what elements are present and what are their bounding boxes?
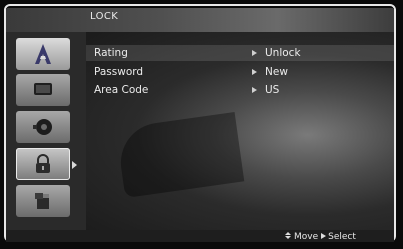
display-menu-icon <box>34 83 52 95</box>
setting-value-rating[interactable]: Unlock <box>265 47 301 59</box>
disc-menu-button[interactable] <box>16 38 70 70</box>
audio-menu-icon <box>33 119 52 135</box>
setting-value-password[interactable]: New <box>265 66 288 78</box>
others-menu-button[interactable] <box>16 185 70 217</box>
help-text: Move Select <box>284 231 356 242</box>
lock-menu-button[interactable] <box>16 148 70 180</box>
title-bar <box>6 8 394 32</box>
setting-label-password: Password <box>94 66 144 78</box>
settings-panel <box>86 32 394 230</box>
menu-title: LOCK <box>90 11 119 22</box>
submenu-arrow-icon <box>250 87 260 95</box>
audio-menu-button[interactable] <box>16 111 70 143</box>
setting-label-rating: Rating <box>94 47 128 59</box>
disc-menu-icon <box>35 44 51 64</box>
others-menu-icon <box>35 193 49 209</box>
submenu-arrow-icon <box>250 69 260 77</box>
up-down-arrows-icon <box>284 232 292 240</box>
lock-menu-icon <box>36 154 50 173</box>
help-move-label: Move <box>294 232 319 242</box>
submenu-arrow-icon <box>250 50 260 58</box>
setting-value-area-code[interactable]: US <box>265 84 279 96</box>
selected-row-highlight <box>86 45 394 61</box>
play-arrow-icon <box>321 233 327 239</box>
help-select-label: Select <box>328 232 356 242</box>
selected-submenu-arrow-icon <box>72 161 77 169</box>
osd-screen: LOCK Rating Unlock Password New Area Cod… <box>0 0 403 249</box>
display-menu-button[interactable] <box>16 74 70 106</box>
setting-label-area-code: Area Code <box>94 84 149 96</box>
